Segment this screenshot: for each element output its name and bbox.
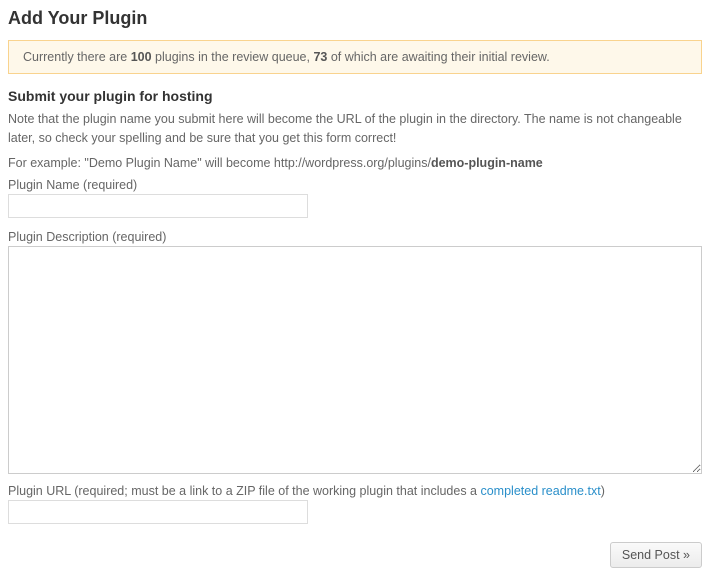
notice-text-suffix: of which are awaiting their initial revi… [327,50,549,64]
section-note: Note that the plugin name you submit her… [8,110,702,149]
plugin-url-label-prefix: Plugin URL (required; must be a link to … [8,484,480,498]
section-example: For example: "Demo Plugin Name" will bec… [8,154,702,173]
plugin-description-input[interactable] [8,246,702,474]
plugin-description-label: Plugin Description (required) [8,230,702,244]
page-title: Add Your Plugin [8,8,702,29]
plugin-name-input[interactable] [8,194,308,218]
plugin-url-label-suffix: ) [601,484,605,498]
example-prefix: For example: "Demo Plugin Name" will bec… [8,156,431,170]
notice-awaiting-count: 73 [313,50,327,64]
example-slug: demo-plugin-name [431,156,543,170]
queue-notice: Currently there are 100 plugins in the r… [8,40,702,74]
plugin-url-input[interactable] [8,500,308,524]
readme-link[interactable]: completed readme.txt [480,484,600,498]
section-heading: Submit your plugin for hosting [8,88,702,104]
plugin-url-label: Plugin URL (required; must be a link to … [8,484,702,498]
notice-text-mid: plugins in the review queue, [152,50,314,64]
notice-text-prefix: Currently there are [23,50,131,64]
send-post-button[interactable]: Send Post » [610,542,702,568]
button-row: Send Post » [8,542,702,568]
notice-total-count: 100 [131,50,152,64]
plugin-name-label: Plugin Name (required) [8,178,702,192]
